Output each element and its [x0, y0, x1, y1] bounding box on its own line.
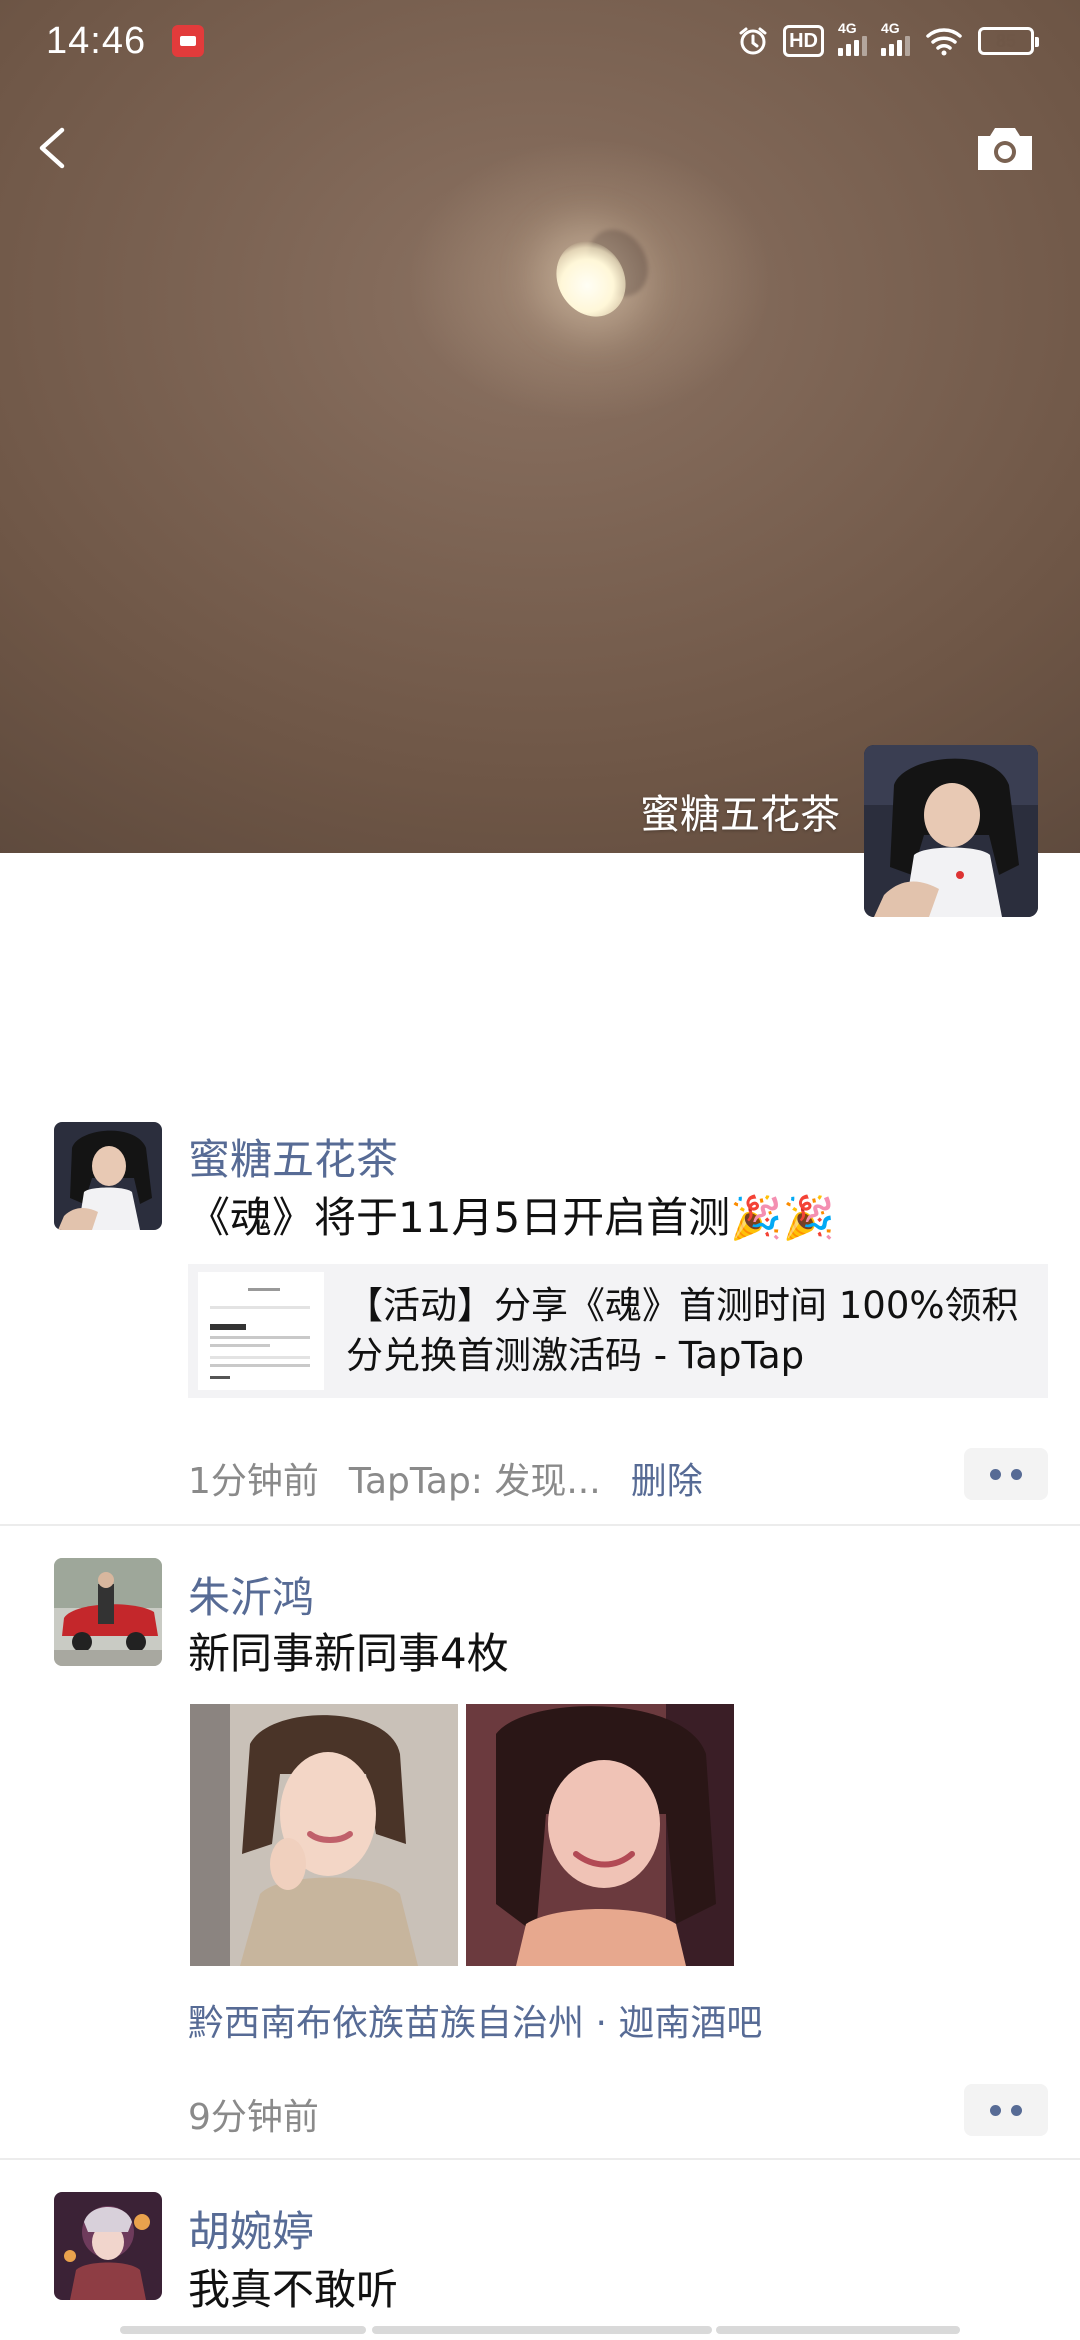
- post-text: 我真不敢听: [188, 2265, 399, 2314]
- dot-icon: [1011, 1468, 1022, 1480]
- hd-voice-icon: HD: [783, 25, 824, 57]
- post-time: 1分钟前: [188, 1461, 319, 1502]
- notification-app-icon: [172, 25, 205, 57]
- shared-link-title: 【活动】分享《魂》首测时间 100%领积分兑换首测激活码 - TapTap: [346, 1284, 1019, 1377]
- status-bar: 14:46 HD 4G 4G 85: [0, 0, 1080, 82]
- more-actions-button[interactable]: [964, 2084, 1048, 2136]
- camera-icon: [978, 128, 1032, 170]
- dot-icon: [1011, 2104, 1022, 2116]
- post-photo[interactable]: [190, 1704, 458, 1966]
- post-time: 9分钟前: [188, 2097, 319, 2138]
- next-post-media-edge: [716, 2326, 960, 2334]
- post-meta: 9分钟前: [188, 2088, 319, 2140]
- battery-icon: 85: [978, 27, 1039, 55]
- dot-icon: [990, 2104, 1001, 2116]
- chevron-left-icon: [39, 127, 65, 169]
- post-avatar[interactable]: [54, 1122, 162, 1230]
- profile-avatar[interactable]: [864, 745, 1038, 917]
- post-divider: [0, 1524, 1080, 1526]
- status-time: 14:46: [46, 19, 147, 62]
- post-meta: 1分钟前 TapTap: 发现... 删除: [188, 1452, 703, 1504]
- more-actions-button[interactable]: [964, 1448, 1048, 1500]
- post-divider: [0, 2158, 1080, 2160]
- back-button[interactable]: [30, 118, 74, 178]
- signal-icon-1: 4G: [838, 20, 867, 56]
- post-location[interactable]: 黔西南布依族苗族自治州 · 迦南酒吧: [188, 1994, 762, 2046]
- shared-link-card[interactable]: 【活动】分享《魂》首测时间 100%领积分兑换首测激活码 - TapTap: [188, 1264, 1048, 1398]
- post-author[interactable]: 朱沂鸿: [188, 1564, 314, 1625]
- post-avatar[interactable]: [54, 2192, 162, 2300]
- post-text: 《魂》将于11月5日开启首测🎉🎉: [188, 1193, 835, 1242]
- next-post-media-edge: [120, 2326, 366, 2334]
- camera-button[interactable]: [974, 122, 1036, 174]
- delete-link[interactable]: 删除: [631, 1452, 703, 1504]
- post-avatar[interactable]: [54, 1558, 162, 1666]
- post-author[interactable]: 蜜糖五花茶: [188, 1126, 398, 1187]
- post-photo[interactable]: [466, 1704, 734, 1966]
- post-text: 新同事新同事4枚: [188, 1629, 509, 1678]
- shared-link-thumbnail: [198, 1272, 324, 1390]
- next-post-media-edge: [372, 2326, 712, 2334]
- cover-photo[interactable]: [0, 0, 1080, 853]
- wifi-icon: [924, 25, 964, 57]
- signal-icon-2: 4G: [881, 20, 910, 56]
- post-source[interactable]: TapTap: 发现...: [349, 1452, 601, 1504]
- post-author[interactable]: 胡婉婷: [188, 2198, 314, 2259]
- dot-icon: [990, 1468, 1001, 1480]
- profile-name: 蜜糖五花茶: [640, 792, 840, 838]
- alarm-icon: [737, 25, 769, 57]
